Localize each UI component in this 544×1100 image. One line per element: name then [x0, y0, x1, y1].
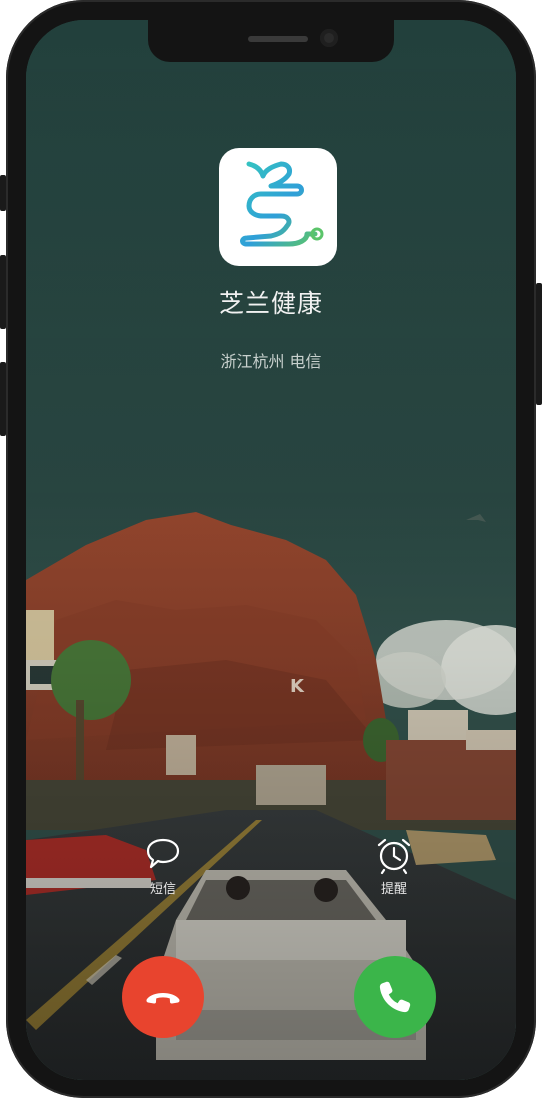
volume-up-button: [0, 255, 6, 329]
volume-down-button: [0, 362, 6, 436]
decline-call-button[interactable]: [122, 956, 204, 1038]
alarm-clock-icon: [373, 834, 415, 876]
notch: [148, 20, 394, 62]
front-camera: [320, 29, 338, 47]
remind-action-label: 提醒: [380, 882, 407, 897]
phone-icon: [379, 981, 411, 1013]
accept-call-button[interactable]: [354, 956, 436, 1038]
remind-action[interactable]: 提醒: [354, 834, 434, 897]
caller-name: 芝兰健康: [218, 289, 323, 318]
caller-location: 浙江杭州 电信: [220, 352, 322, 371]
power-button: [536, 283, 542, 405]
zhilan-app-logo-icon: [219, 148, 337, 266]
phone-hangup-icon: [146, 993, 180, 1004]
mute-switch: [0, 175, 6, 211]
message-action-label: 短信: [149, 882, 176, 897]
incoming-call-screen: K: [26, 20, 516, 1080]
message-action[interactable]: 短信: [123, 834, 203, 897]
earpiece-speaker: [248, 36, 308, 42]
speech-bubble-icon: [142, 834, 184, 876]
phone-frame: K: [0, 0, 542, 1098]
